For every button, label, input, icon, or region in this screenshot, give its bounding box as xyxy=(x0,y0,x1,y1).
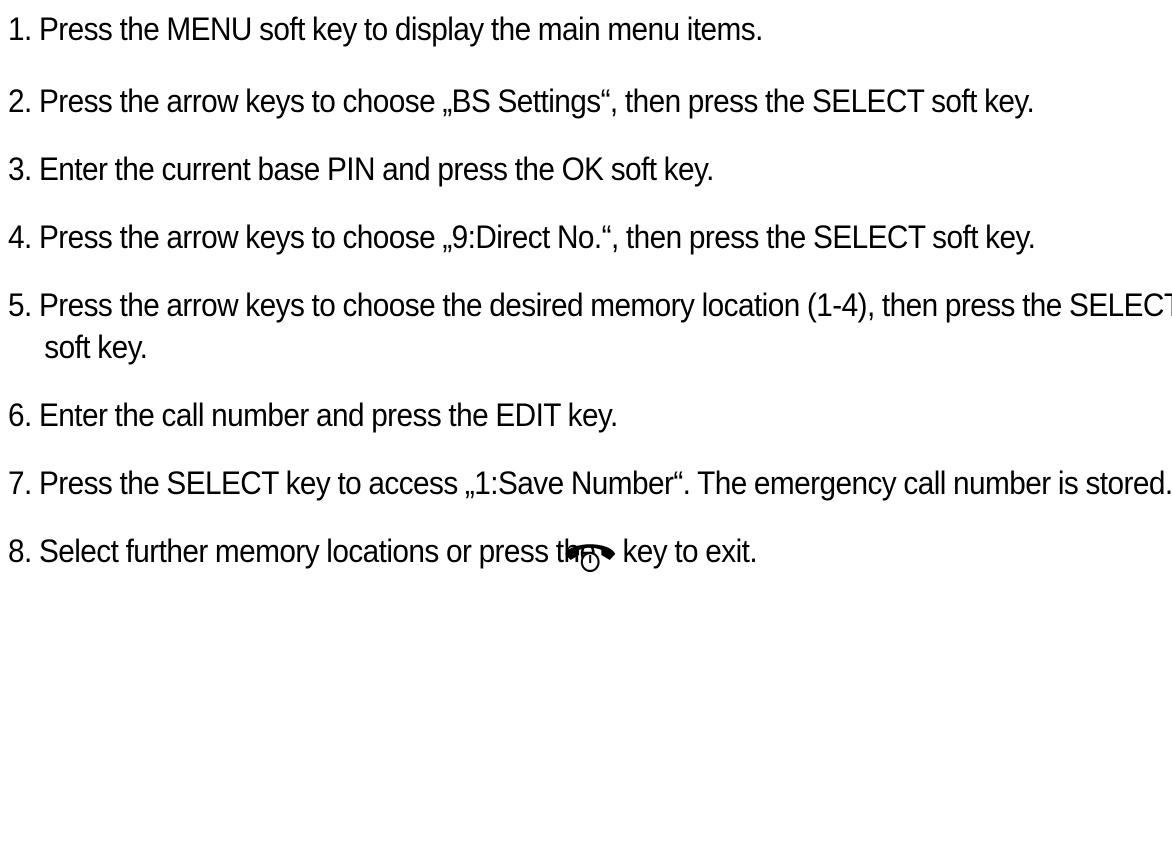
step-text: Press the SELECT key to access „1:Save N… xyxy=(38,465,1172,501)
step-1: 1. Press the MENU soft key to display th… xyxy=(8,8,1172,50)
step-8: 8. Select further memory locations or pr… xyxy=(8,530,1172,582)
step-text: Enter the current base PIN and press the… xyxy=(38,151,714,187)
step-number: 6. xyxy=(8,397,32,433)
step-number: 1. xyxy=(8,11,32,47)
step-6: 6. Enter the call number and press the E… xyxy=(8,394,1172,436)
step-number: 7. xyxy=(8,465,32,501)
step-text: Enter the call number and press the EDIT… xyxy=(38,397,618,433)
step-number: 2. xyxy=(8,83,32,119)
step-text: Press the arrow keys to choose „BS Setti… xyxy=(38,83,1035,119)
step-5: 5. Press the arrow keys to choose the de… xyxy=(8,284,1172,368)
instruction-list: 1. Press the MENU soft key to display th… xyxy=(8,8,1172,608)
step-7: 7. Press the SELECT key to access „1:Sav… xyxy=(8,462,1172,504)
step-text: Press the MENU soft key to display the m… xyxy=(38,11,763,47)
step-number: 5. xyxy=(8,287,32,323)
step-text: Press the arrow keys to choose „9:Direct… xyxy=(38,219,1036,255)
step-text-before: Select further memory locations or press… xyxy=(38,533,596,569)
step-3: 3. Enter the current base PIN and press … xyxy=(8,148,1172,190)
step-number: 3. xyxy=(8,151,32,187)
step-text: Press the arrow keys to choose the desir… xyxy=(38,287,1172,365)
step-text-after: key to exit. xyxy=(622,533,758,569)
step-4: 4. Press the arrow keys to choose „9:Dir… xyxy=(8,216,1172,258)
step-2: 2. Press the arrow keys to choose „BS Se… xyxy=(8,80,1172,122)
step-number: 8. xyxy=(8,533,32,569)
end-call-icon xyxy=(564,538,617,582)
step-number: 4. xyxy=(8,219,32,255)
